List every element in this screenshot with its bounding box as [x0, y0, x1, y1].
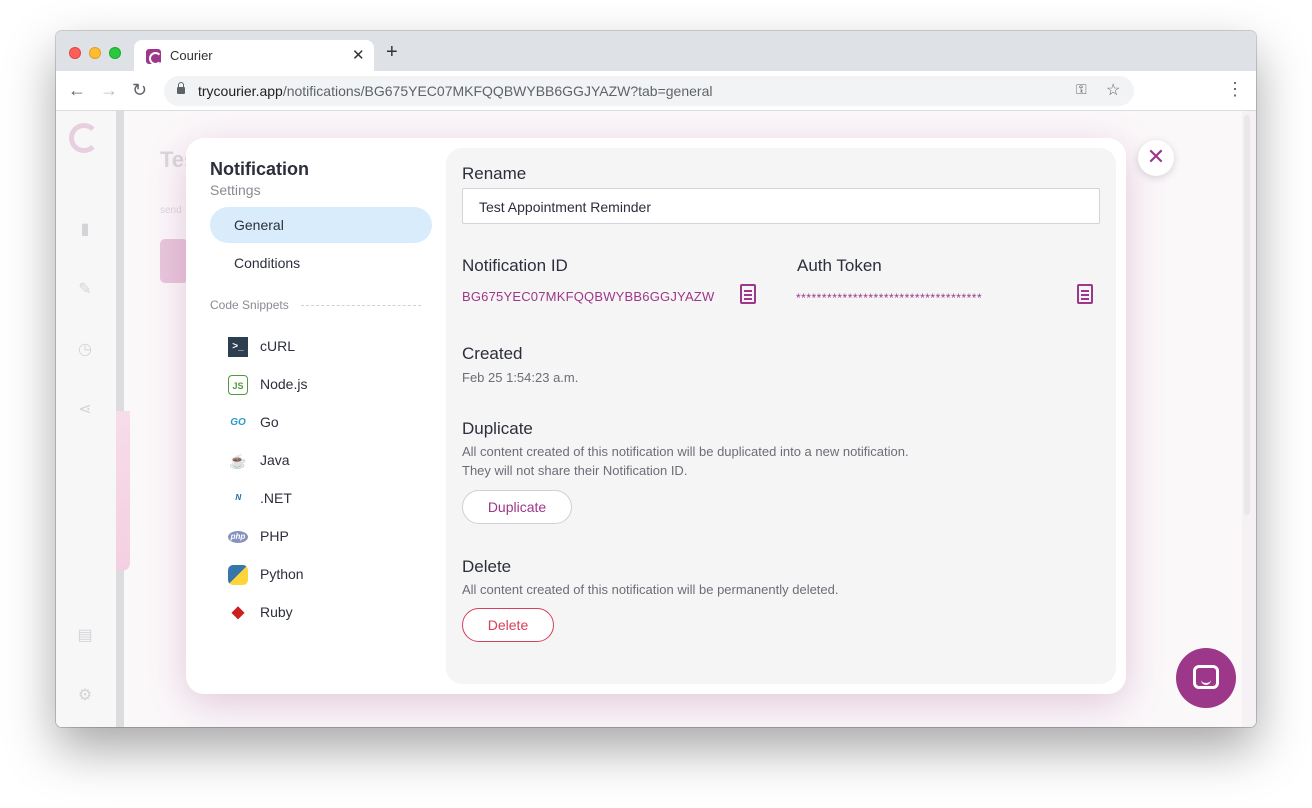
go-icon: GO [230, 417, 246, 428]
snippet-label: Node.js [260, 376, 308, 392]
reload-icon[interactable]: ↻ [132, 80, 147, 100]
history-icon[interactable]: ◷ [76, 341, 94, 359]
designer-icon[interactable]: ✎ [76, 281, 94, 299]
settings-gear-icon[interactable]: ⚙ [76, 687, 94, 705]
tab-title: Courier [170, 48, 213, 63]
snippet-label: Python [260, 566, 304, 582]
snippet-label: Ruby [260, 604, 293, 620]
dotnet-icon: ᴺ [235, 492, 241, 506]
snippet-go[interactable]: GO Go [228, 411, 428, 435]
copy-token-icon[interactable] [1077, 284, 1093, 304]
browser-window: Courier ✕ + ← → ↻ trycourier.app/notific… [56, 31, 1256, 727]
rename-label: Rename [462, 164, 527, 183]
browser-menu-icon[interactable]: ⋮ [1226, 79, 1244, 99]
ruby-icon: ◆ [231, 604, 245, 621]
python-icon [228, 565, 248, 585]
nodejs-icon: JS [228, 375, 248, 395]
courier-favicon-icon [146, 49, 162, 65]
background-accent [116, 411, 130, 571]
snippet-dotnet[interactable]: ᴺ .NET [228, 487, 428, 511]
new-tab-icon[interactable]: + [386, 42, 398, 62]
modal-subtitle: Settings [210, 182, 261, 198]
courier-logo-icon[interactable] [69, 123, 99, 153]
snippet-java[interactable]: ☕ Java [228, 449, 428, 473]
docs-icon[interactable]: ▤ [76, 627, 94, 645]
close-window-button[interactable] [69, 47, 81, 59]
snippet-label: PHP [260, 528, 289, 544]
code-snippets-divider [301, 305, 421, 306]
snippet-label: .NET [260, 490, 292, 506]
duplicate-description-1: All content created of this notification… [462, 444, 909, 459]
auth-token-label: Auth Token [797, 256, 882, 275]
code-snippets-heading: Code Snippets [210, 298, 289, 312]
general-settings-panel: Rename Test Appointment Reminder Notific… [446, 148, 1116, 684]
notification-id-value: BG675YEC07MKFQQBWYBB6GGJYAZW [462, 289, 715, 304]
chat-icon [1193, 665, 1219, 689]
notification-id-label: Notification ID [462, 256, 568, 275]
snippet-label: Java [260, 452, 290, 468]
lock-icon [177, 82, 185, 94]
delete-button[interactable]: Delete [462, 608, 554, 642]
snippet-curl[interactable]: >_ cURL [228, 335, 428, 359]
snippet-label: cURL [260, 338, 296, 354]
created-value: Feb 25 1:54:23 a.m. [462, 370, 579, 385]
java-icon: ☕ [229, 453, 247, 469]
background-page-subtitle: send [160, 205, 182, 216]
snippet-python[interactable]: Python [228, 563, 428, 587]
background-channel-chip [160, 239, 188, 283]
browser-toolbar: ← → ↻ trycourier.app/notifications/BG675… [56, 71, 1256, 111]
back-icon[interactable]: ← [68, 80, 86, 100]
duplicate-button[interactable]: Duplicate [462, 490, 572, 524]
delete-label: Delete [462, 557, 512, 576]
auth-token-value: ************************************ [796, 291, 983, 305]
chat-launcher-button[interactable] [1176, 648, 1236, 708]
tab-strip: Courier ✕ + [56, 31, 1256, 71]
settings-modal: Notification Settings General Conditions… [186, 138, 1126, 694]
forward-icon[interactable]: → [100, 80, 118, 100]
page-scrollbar[interactable] [1244, 115, 1250, 515]
tab-general[interactable]: General [210, 207, 432, 243]
key-icon[interactable]: ⚿ [1076, 81, 1087, 98]
rename-input[interactable]: Test Appointment Reminder [462, 188, 1100, 224]
snippet-ruby[interactable]: ◆ Ruby [228, 601, 428, 625]
url-text: trycourier.app/notifications/BG675YEC07M… [198, 83, 713, 99]
delete-description: All content created of this notification… [462, 582, 839, 597]
tab-close-icon[interactable]: ✕ [352, 46, 365, 64]
copy-id-icon[interactable] [740, 284, 756, 304]
php-icon: php [228, 531, 248, 543]
close-modal-icon[interactable]: ✕ [1138, 140, 1174, 176]
created-label: Created [462, 344, 523, 363]
snippet-label: Go [260, 414, 279, 430]
app-sidebar: ▮ ✎ ◷ ⋖ ▤ ⚙ [56, 111, 116, 727]
app-viewport: ▮ ✎ ◷ ⋖ ▤ ⚙ Tes send Notification Settin… [56, 111, 1256, 727]
snippet-php[interactable]: php PHP [228, 525, 428, 549]
address-bar[interactable]: trycourier.app/notifications/BG675YEC07M… [164, 76, 1134, 106]
maximize-window-button[interactable] [109, 47, 121, 59]
modal-title: Notification [210, 159, 309, 179]
duplicate-label: Duplicate [462, 419, 533, 438]
minimize-window-button[interactable] [89, 47, 101, 59]
snippet-nodejs[interactable]: JS Node.js [228, 373, 428, 397]
bookmark-star-icon[interactable]: ☆ [1106, 80, 1120, 100]
duplicate-description-2: They will not share their Notification I… [462, 463, 688, 478]
terminal-icon: >_ [228, 337, 248, 357]
browser-tab[interactable]: Courier ✕ [134, 40, 374, 71]
integrations-icon[interactable]: ⋖ [76, 401, 94, 419]
tab-conditions[interactable]: Conditions [210, 245, 432, 281]
analytics-icon[interactable]: ▮ [76, 221, 94, 239]
